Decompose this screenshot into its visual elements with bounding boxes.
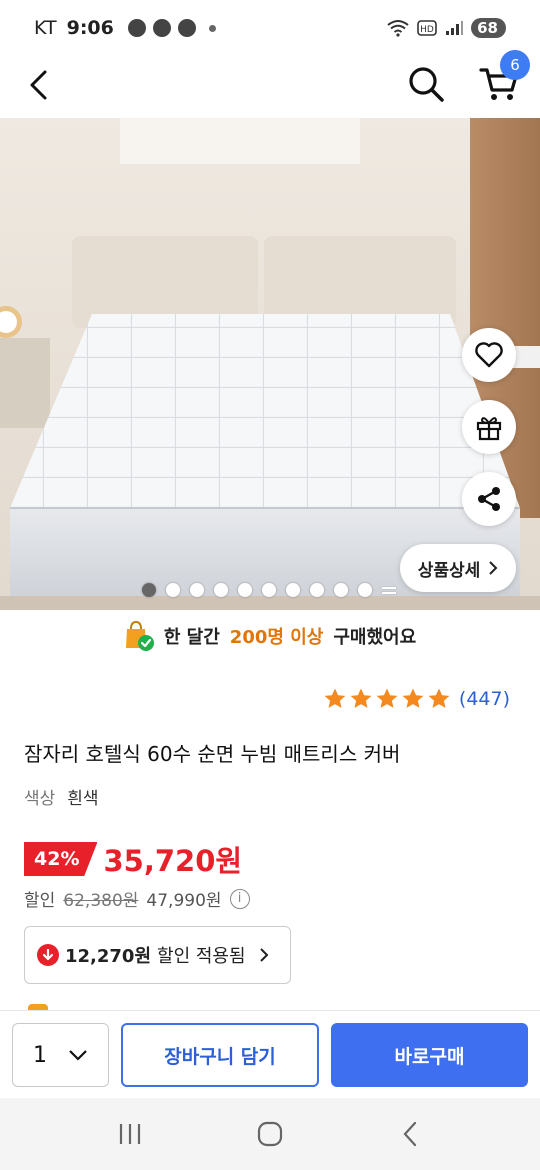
pagination-dot[interactable]: [334, 583, 348, 597]
pagination-dot[interactable]: [214, 583, 228, 597]
notification-icon: [127, 19, 146, 37]
sale-price: 35,720원: [103, 844, 243, 878]
back-button[interactable]: [18, 62, 58, 108]
option-label: 색상: [24, 789, 56, 809]
option-value: 흰색: [67, 789, 99, 809]
recent-apps-button[interactable]: [110, 1114, 150, 1154]
product-image-gallery[interactable]: 상품상세: [0, 118, 540, 610]
rating-summary[interactable]: (447): [323, 684, 510, 714]
quantity-value: 1: [33, 1042, 47, 1068]
share-button[interactable]: [462, 472, 516, 526]
banner-highlight: 200명 이상: [229, 627, 324, 648]
status-bar: KT 9:06 HD 68: [0, 0, 540, 56]
chevron-right-icon: [489, 561, 498, 575]
pagination-dot[interactable]: [262, 583, 276, 597]
chevron-down-icon: [69, 1050, 87, 1061]
product-detail-button[interactable]: 상품상세: [400, 544, 516, 592]
cart-count-badge: 6: [500, 50, 530, 80]
original-price-row: 할인 62,380원 47,990원 i: [24, 886, 250, 911]
gallery-pagination: [142, 582, 396, 598]
star-icon: [350, 688, 372, 708]
star-icon: [428, 688, 450, 708]
chevron-left-icon: [30, 70, 47, 100]
pagination-dot[interactable]: [358, 583, 372, 597]
star-icon: [324, 688, 346, 708]
discount-label: 할인: [24, 891, 56, 911]
gift-button[interactable]: [462, 400, 516, 454]
pagination-dot[interactable]: [142, 583, 156, 597]
product-title: 잠자리 호텔식 60수 순면 누빔 매트리스 커버: [24, 742, 401, 766]
star-icon: [376, 688, 398, 708]
heart-icon: [475, 342, 503, 368]
home-icon: [257, 1121, 283, 1147]
pagination-dot[interactable]: [310, 583, 324, 597]
coupon-text: 할인 적용됨: [157, 946, 246, 967]
pagination-dot[interactable]: [166, 583, 180, 597]
wifi-icon: [387, 20, 409, 37]
price-row: 42% 35,720원: [24, 838, 242, 880]
top-nav: [0, 56, 540, 118]
bottom-action-bar: 1 장바구니 담기 바로구매: [0, 1010, 540, 1098]
coupon-amount: 12,270원: [65, 946, 152, 967]
add-to-cart-button[interactable]: 장바구니 담기: [121, 1023, 319, 1087]
wishlist-button[interactable]: [462, 328, 516, 382]
chevron-right-icon: [259, 948, 268, 962]
battery-indicator: 68: [471, 18, 506, 38]
app-notification-icon: [177, 19, 196, 37]
hd-icon: HD: [417, 20, 437, 36]
review-count-link[interactable]: (447): [459, 688, 510, 710]
arrow-down-icon: [37, 944, 59, 966]
system-navigation-bar: [0, 1098, 540, 1170]
pagination-dot[interactable]: [190, 583, 204, 597]
svg-text:HD: HD: [420, 25, 434, 35]
clock: 9:06: [66, 17, 114, 39]
star-icon: [402, 688, 424, 708]
signal-icon: [446, 21, 464, 35]
system-back-button[interactable]: [390, 1114, 430, 1154]
share-icon: [478, 487, 500, 511]
product-image: [0, 118, 540, 610]
more-images-icon: [382, 583, 396, 597]
member-price: 47,990원: [146, 891, 222, 911]
quantity-select[interactable]: 1: [12, 1023, 109, 1087]
pagination-dot[interactable]: [238, 583, 252, 597]
recent-apps-icon: [119, 1124, 141, 1144]
search-button[interactable]: [404, 60, 448, 106]
original-price: 62,380원: [63, 891, 139, 911]
back-icon: [403, 1121, 417, 1147]
gift-icon: [476, 417, 502, 441]
more-notifications-icon: [208, 24, 216, 32]
carrier-label: KT: [34, 17, 57, 39]
banner-suffix: 구매했어요: [333, 627, 417, 648]
coupon-discount-button[interactable]: 12,270원 할인 적용됨: [24, 926, 291, 984]
discount-badge: 42%: [24, 842, 98, 876]
pagination-dot[interactable]: [286, 583, 300, 597]
buy-now-button[interactable]: 바로구매: [331, 1023, 528, 1087]
home-button[interactable]: [250, 1114, 290, 1154]
product-detail-label: 상품상세: [417, 560, 481, 581]
option-row: 색상 흰색: [24, 784, 99, 809]
info-icon[interactable]: i: [229, 888, 250, 909]
talk-icon: [152, 19, 171, 37]
shopping-bag-check-icon: [125, 620, 154, 651]
banner-prefix: 한 달간: [163, 627, 220, 648]
search-icon: [409, 67, 444, 102]
purchase-count-banner: 한 달간 200명 이상 구매했어요: [0, 612, 540, 660]
